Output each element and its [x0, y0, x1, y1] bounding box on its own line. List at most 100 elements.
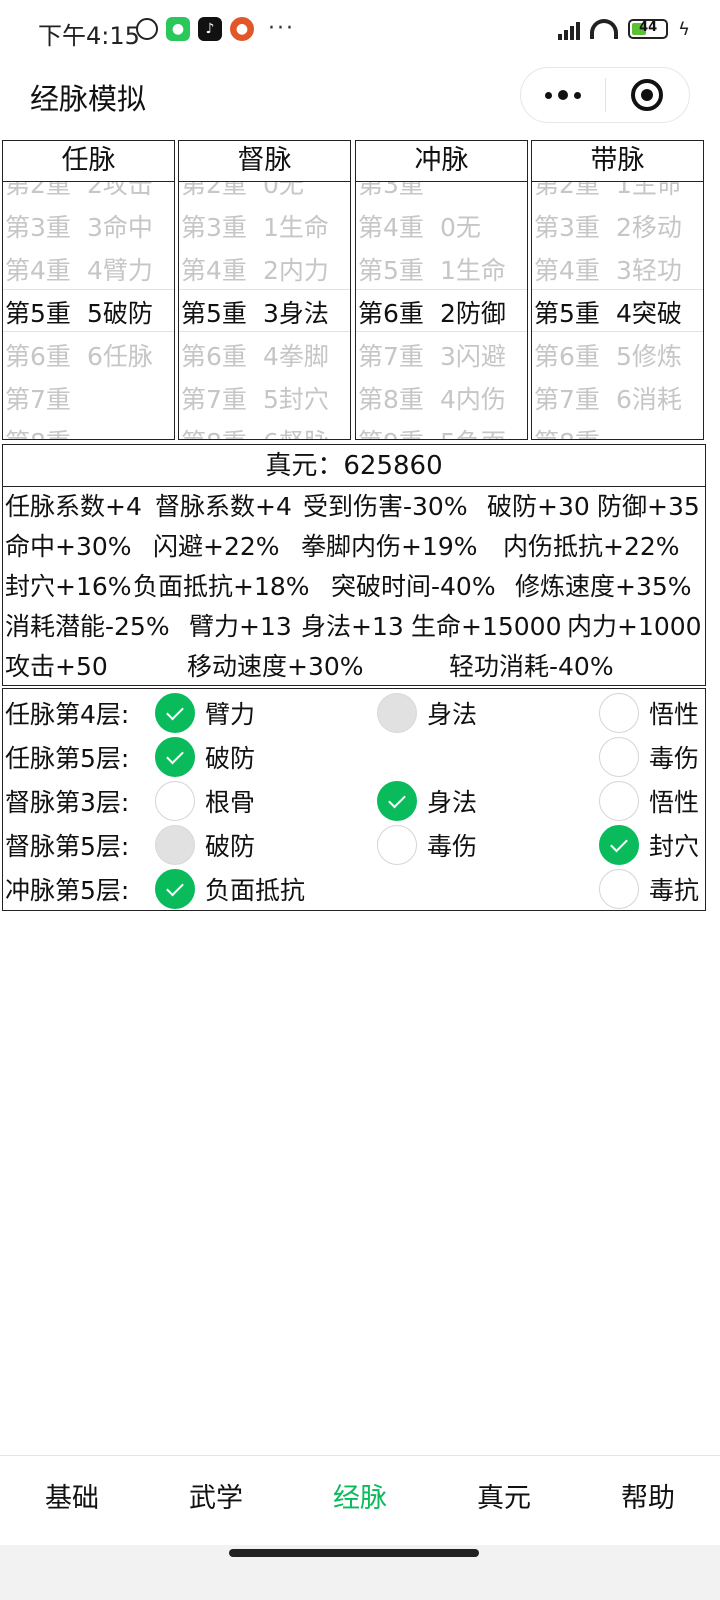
target-icon [631, 79, 664, 111]
picker-option[interactable]: 第3重 1生命 [179, 204, 350, 247]
picker-option[interactable]: 第2重 1生命 [532, 182, 703, 204]
picker-option[interactable]: 第6重 4拳脚 [179, 333, 350, 376]
checkbox-circle[interactable] [155, 869, 195, 909]
option-checkbox[interactable]: 封穴 [599, 825, 699, 865]
layer-label: 冲脉第5层: [5, 876, 130, 905]
picker-option-selected[interactable]: 第5重 5破防 [3, 290, 174, 333]
bonus-item: 轻功消耗-40% [449, 652, 614, 681]
picker-option-level: 第4重 [181, 255, 247, 285]
option-label: 毒伤 [427, 832, 478, 861]
picker-option[interactable]: 第6重 5修炼 [532, 333, 703, 376]
picker-option[interactable]: 第2重 0无 [179, 182, 350, 204]
option-label: 悟性 [649, 700, 700, 729]
picker-option-level: 第4重 [534, 255, 600, 285]
picker-option[interactable]: 第4重 3轻功 [532, 247, 703, 290]
checkbox-circle[interactable] [599, 693, 639, 733]
picker-wheel[interactable]: 第2重 2攻击第3重 3命中第4重 4臂力第5重 5破防第6重 6任脉第7重第8重 [3, 182, 174, 439]
picker-option-level: 第3重 [534, 212, 600, 242]
checkbox-circle[interactable] [155, 737, 195, 777]
picker-option[interactable]: 第3重 [356, 182, 527, 204]
picker-option-level: 第8重 [532, 423, 616, 440]
bonus-item: 消耗潜能-25% [5, 612, 170, 641]
tab-item[interactable]: 武学 [144, 1456, 288, 1545]
picker-option[interactable]: 第7重 5封穴 [179, 376, 350, 419]
picker-option[interactable]: 第4重 4臂力 [3, 247, 174, 290]
tab-item[interactable]: 基础 [0, 1456, 144, 1545]
picker-option[interactable]: 第7重 6消耗 [532, 376, 703, 419]
picker-option[interactable]: 第8重 [532, 419, 703, 440]
option-checkbox[interactable]: 破防 [155, 737, 255, 777]
picker-option-level: 第6重 [534, 341, 600, 371]
option-label: 臂力 [205, 700, 256, 729]
picker-option-value: 5修炼 [616, 341, 682, 371]
picker-wheel[interactable]: 第2重 0无第3重 1生命第4重 2内力第5重 3身法第6重 4拳脚第7重 5封穴第8重6督… [179, 182, 350, 439]
picker-option[interactable]: 第4重 2内力 [179, 247, 350, 290]
picker-option[interactable]: 第8重 [3, 419, 174, 440]
checkbox-circle[interactable] [599, 869, 639, 909]
layer-option-row: 任脉第5层: 破防 毒伤 [3, 733, 705, 777]
bonus-list: 任脉系数+4 督脉系数+4 受到伤害-30% 破防+30 防御+35 命中+30% 闪避+2… [3, 487, 705, 687]
picker-column[interactable]: 带脉第2重 1生命第3重 2移动第4重 3轻功第5重 4突破第6重 5修炼第7重 6消耗第8… [531, 140, 704, 440]
bonus-item: 督脉系数+4 [155, 492, 292, 521]
option-checkbox[interactable]: 毒伤 [599, 737, 699, 777]
picker-option-level: 第2重 [181, 182, 247, 199]
picker-option-value: 5封穴 [263, 384, 329, 414]
checkbox-circle[interactable] [599, 737, 639, 777]
bonus-item: 修炼速度+35% [515, 572, 692, 601]
option-checkbox[interactable]: 根骨 [155, 781, 255, 821]
picker-option-value: 4拳脚 [263, 341, 329, 371]
more-menu-button[interactable] [521, 90, 605, 100]
close-miniprogram-button[interactable] [606, 79, 690, 111]
picker-option-selected[interactable]: 第6重 2防御 [356, 290, 527, 333]
picker-option[interactable]: 第5重 1生命 [356, 247, 527, 290]
picker-option[interactable]: 第3重 3命中 [3, 204, 174, 247]
picker-option-level: 第6重 [5, 341, 71, 371]
bonus-line: 封穴+16% 负面抵抗+18% 突破时间-40% 修炼速度+35% [5, 567, 705, 607]
picker-wheel[interactable]: 第3重第4重 0无第5重 1生命第6重 2防御第7重 3闪避第8重 4内伤第9重5负面 [356, 182, 527, 439]
picker-option-value: 3身法 [263, 298, 329, 328]
bonus-item: 突破时间-40% [331, 572, 496, 601]
tab-item[interactable]: 真元 [432, 1456, 576, 1545]
status-notification-icons: ● ♪ ● ··· [136, 16, 295, 41]
picker-option[interactable]: 第4重 0无 [356, 204, 527, 247]
picker-option[interactable]: 第3重 2移动 [532, 204, 703, 247]
picker-option[interactable]: 第7重 [3, 376, 174, 419]
picker-option-value: 6任脉 [87, 341, 153, 371]
checkbox-circle[interactable] [155, 693, 195, 733]
checkbox-circle[interactable] [377, 781, 417, 821]
picker-column[interactable]: 冲脉第3重第4重 0无第5重 1生命第6重 2防御第7重 3闪避第8重 4内伤第9重5负面 [355, 140, 528, 440]
picker-option[interactable]: 第8重6督脉 [179, 419, 350, 440]
option-checkbox[interactable]: 悟性 [599, 693, 699, 733]
picker-options: 第2重 0无第3重 1生命第4重 2内力第5重 3身法第6重 4拳脚第7重 5封穴第8重6督… [179, 182, 350, 439]
picker-option[interactable]: 第7重 3闪避 [356, 333, 527, 376]
tab-item[interactable]: 帮助 [576, 1456, 720, 1545]
bonus-item: 内力+1000 [567, 612, 702, 641]
option-checkbox[interactable]: 毒抗 [599, 869, 699, 909]
picker-title: 督脉 [179, 141, 350, 182]
picker-title: 带脉 [532, 141, 703, 182]
option-checkbox[interactable]: 负面抵抗 [155, 869, 305, 909]
picker-option-selected[interactable]: 第5重 4突破 [532, 290, 703, 333]
checkbox-circle[interactable] [599, 781, 639, 821]
option-checkbox[interactable]: 臂力 [155, 693, 255, 733]
picker-option[interactable]: 第8重 4内伤 [356, 376, 527, 419]
picker-option[interactable]: 第6重 6任脉 [3, 333, 174, 376]
picker-column[interactable]: 任脉第2重 2攻击第3重 3命中第4重 4臂力第5重 5破防第6重 6任脉第7重第8重 [2, 140, 175, 440]
check-icon [166, 878, 184, 896]
checkbox-circle[interactable] [155, 781, 195, 821]
picker-column[interactable]: 督脉第2重 0无第3重 1生命第4重 2内力第5重 3身法第6重 4拳脚第7重 5封穴第8重… [178, 140, 351, 440]
picker-option[interactable]: 第9重5负面 [356, 419, 527, 440]
checkbox-circle[interactable] [377, 825, 417, 865]
option-checkbox[interactable]: 身法 [377, 781, 477, 821]
picker-option-level: 第5重 [358, 255, 424, 285]
picker-wheel[interactable]: 第2重 1生命第3重 2移动第4重 3轻功第5重 4突破第6重 5修炼第7重 6消耗第8重 [532, 182, 703, 439]
home-indicator[interactable] [229, 1549, 479, 1557]
checkbox-circle[interactable] [599, 825, 639, 865]
picker-option[interactable]: 第2重 2攻击 [3, 182, 174, 204]
picker-option-level: 第2重 [534, 182, 600, 199]
picker-option-selected[interactable]: 第5重 3身法 [179, 290, 350, 333]
checkbox-circle [377, 693, 417, 733]
tab-item[interactable]: 经脉 [288, 1456, 432, 1545]
option-checkbox[interactable]: 悟性 [599, 781, 699, 821]
option-checkbox[interactable]: 毒伤 [377, 825, 477, 865]
